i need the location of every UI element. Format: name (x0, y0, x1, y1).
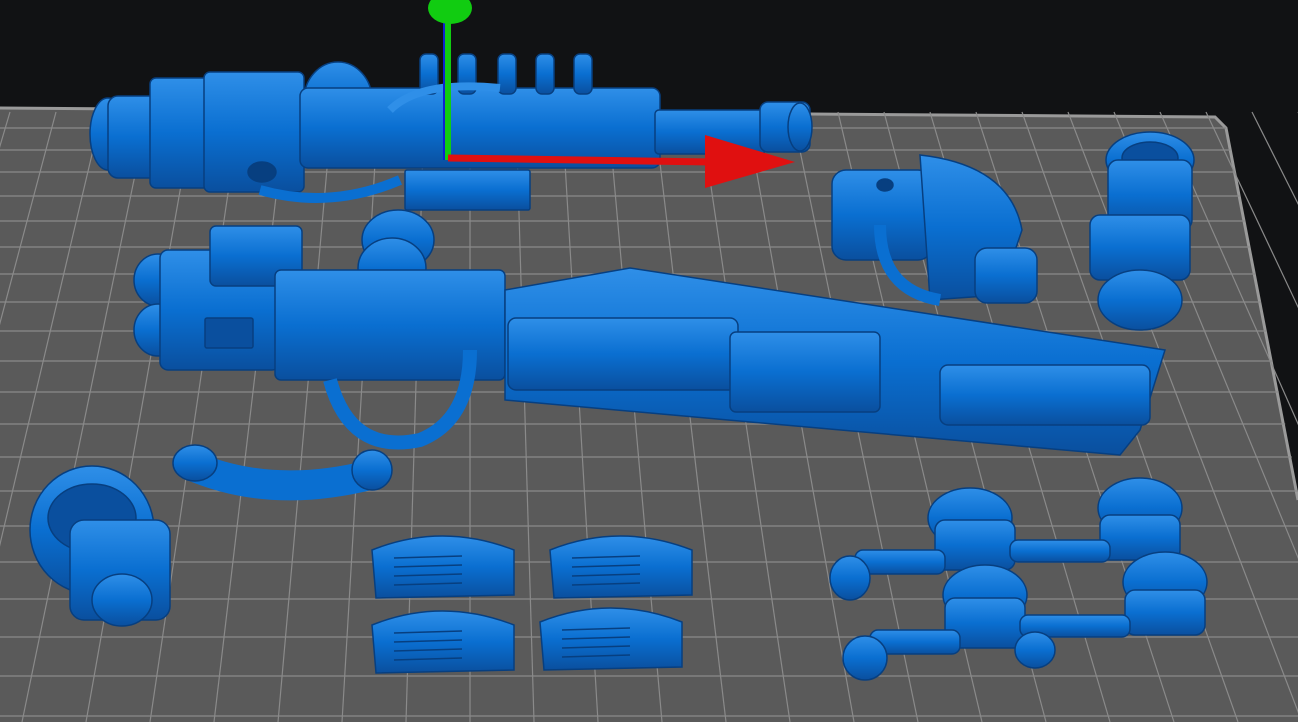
3d-viewport[interactable] (0, 0, 1298, 722)
armor-plate-2[interactable] (549, 535, 693, 599)
armor-plate-4[interactable] (539, 607, 683, 671)
scene-canvas[interactable] (0, 0, 1298, 722)
y-axis-arrow-icon[interactable] (428, 0, 472, 24)
armor-plate-1[interactable] (371, 535, 515, 599)
turret-cap[interactable] (1089, 131, 1195, 331)
armor-plate-3[interactable] (371, 610, 515, 674)
x-axis-handle[interactable] (447, 154, 713, 166)
